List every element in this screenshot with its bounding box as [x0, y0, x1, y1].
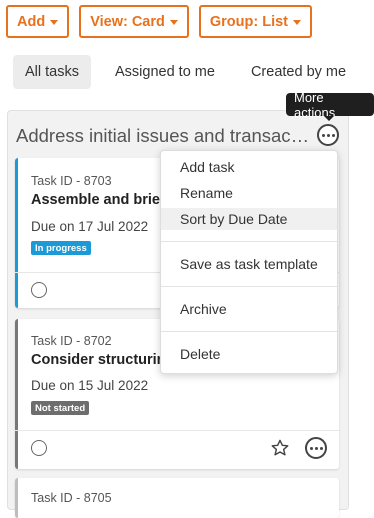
task-due-date: Due on 17 Jul 2022: [31, 219, 149, 234]
more-actions-icon[interactable]: [305, 437, 327, 459]
more-actions-icon[interactable]: [317, 124, 339, 146]
menu-item-archive[interactable]: Archive: [161, 298, 337, 320]
task-filter-tabs: All tasks Assigned to me Created by me: [13, 55, 370, 89]
group-button-label: Group: List: [209, 13, 289, 30]
tab-assigned-to-me[interactable]: Assigned to me: [103, 55, 227, 89]
menu-divider: [161, 286, 337, 287]
more-actions-menu: Add task Rename Sort by Due Date Save as…: [160, 150, 338, 374]
toolbar: Add View: Card Group: List: [6, 5, 313, 38]
caret-down-icon: [169, 19, 178, 25]
status-bar: [15, 319, 18, 469]
complete-radio-icon[interactable]: [31, 282, 47, 298]
status-badge: Not started: [31, 401, 90, 415]
more-actions-tooltip: More actions: [286, 90, 374, 121]
star-icon[interactable]: [270, 438, 290, 458]
menu-item-delete[interactable]: Delete: [161, 343, 337, 365]
menu-item-add-task[interactable]: Add task: [161, 156, 337, 178]
complete-radio-icon[interactable]: [31, 440, 47, 456]
menu-item-sort-by-due-date[interactable]: Sort by Due Date: [161, 208, 337, 230]
caret-down-icon: [50, 19, 59, 25]
card-divider: [15, 430, 339, 431]
task-card[interactable]: Task ID - 8705: [15, 478, 339, 518]
view-button-label: View: Card: [90, 13, 165, 30]
tab-created-by-me[interactable]: Created by me: [239, 55, 358, 89]
menu-item-save-as-template[interactable]: Save as task template: [161, 253, 337, 275]
task-id: Task ID - 8702: [31, 334, 112, 348]
add-button[interactable]: Add: [6, 5, 70, 38]
add-button-label: Add: [17, 13, 46, 30]
task-due-date: Due on 15 Jul 2022: [31, 378, 149, 393]
menu-item-rename[interactable]: Rename: [161, 182, 337, 204]
status-bar: [15, 478, 18, 518]
status-badge: In progress: [31, 241, 91, 255]
menu-divider: [161, 241, 337, 242]
task-id: Task ID - 8705: [31, 491, 112, 505]
task-id: Task ID - 8703: [31, 174, 112, 188]
status-bar: [15, 158, 18, 308]
view-button[interactable]: View: Card: [79, 5, 189, 38]
column-title: Address initial issues and transactions: [16, 125, 312, 146]
caret-down-icon: [293, 19, 302, 25]
menu-divider: [161, 331, 337, 332]
tab-all-tasks[interactable]: All tasks: [13, 55, 91, 89]
group-button[interactable]: Group: List: [198, 5, 313, 38]
